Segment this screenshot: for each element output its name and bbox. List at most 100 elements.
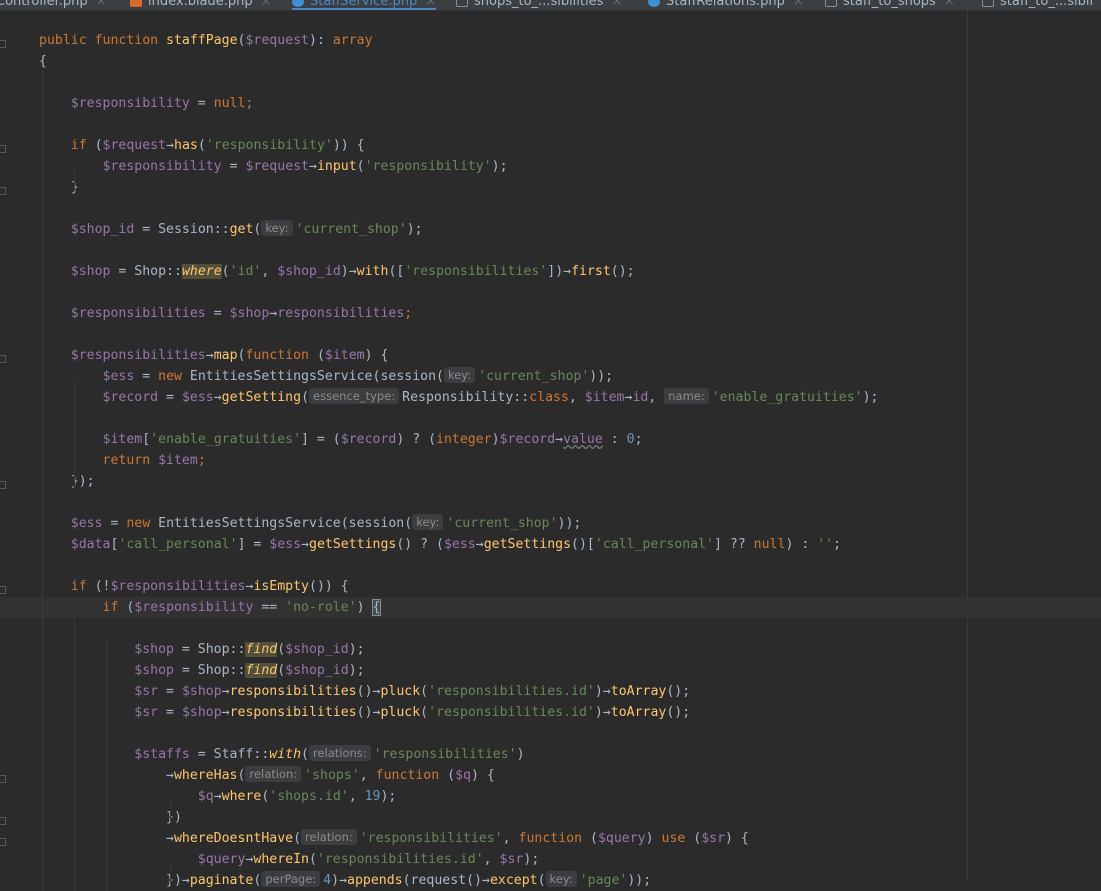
code-token: }: [39, 180, 79, 195]
tab-staffservice-php[interactable]: StaffService.php ×: [292, 0, 437, 10]
code-line[interactable]: →whereHas(relation:'shops', function ($q…: [39, 765, 495, 786]
fold-marker-icon[interactable]: [0, 355, 6, 363]
code-token: function: [518, 831, 591, 846]
parameter-hint: perPage:: [261, 871, 321, 887]
code-token: where: [221, 789, 262, 804]
code-line[interactable]: $shop = Shop::where('id', $shop_id)→with…: [39, 261, 635, 282]
code-line[interactable]: $sr = $shop→responsibilities()→pluck('re…: [39, 702, 690, 723]
code-line[interactable]: if (!$responsibilities→isEmpty()) {: [39, 576, 349, 597]
code-line[interactable]: $record = $ess→getSetting(essence_type: R…: [39, 387, 878, 408]
code-token: 'call_personal': [118, 537, 238, 552]
code-line[interactable]: }: [39, 177, 79, 198]
code-token: if: [70, 138, 95, 153]
code-line[interactable]: $shop = Shop::find($shop_id);: [39, 639, 365, 660]
code-token: function: [245, 348, 317, 363]
code-token: ,: [359, 768, 376, 783]
code-line[interactable]: $responsibility = $request→input('respon…: [39, 156, 508, 177]
code-token: whereIn: [253, 852, 309, 867]
code-token: (: [447, 768, 456, 783]
tab-staff-to-shops[interactable]: staff_to_shops ×: [825, 0, 955, 10]
tab-staff-to-sibil[interactable]: staff_to_...sibil×: [982, 0, 1101, 10]
fold-marker-icon[interactable]: [0, 40, 6, 48]
code-token: ,: [261, 264, 278, 279]
code-token: () ? (: [396, 537, 444, 552]
code-line[interactable]: if ($request→has('responsibility')) {: [39, 135, 365, 156]
code-line[interactable]: {: [39, 51, 47, 72]
code-token: ) ? (: [396, 432, 437, 447]
fold-marker-icon[interactable]: [0, 187, 6, 195]
fold-marker-icon[interactable]: [0, 586, 6, 594]
code-token: })→: [39, 873, 190, 888]
tab-staffrelations-php[interactable]: StaffRelations.php ×: [648, 0, 804, 10]
tab-close-icon[interactable]: ×: [944, 0, 955, 9]
code-token: ([: [388, 264, 405, 279]
fold-marker-icon[interactable]: [0, 838, 6, 846]
code-token: 4: [323, 873, 332, 888]
code-token: ;: [634, 432, 643, 447]
code-token: $shop: [134, 663, 174, 678]
code-token: ,: [502, 831, 519, 846]
code-line[interactable]: $sr = $shop→responsibilities()→pluck('re…: [39, 681, 690, 702]
code-line[interactable]: $data['call_personal'] = $ess→getSetting…: [39, 534, 841, 555]
code-token: ) {: [725, 831, 749, 846]
tab-controller-php[interactable]: Controller.php ×: [0, 0, 107, 10]
fold-marker-icon[interactable]: [0, 481, 6, 489]
code-token: ,: [483, 852, 500, 867]
code-token: ();: [666, 705, 691, 720]
code-line[interactable]: $item['enable_gratuities'] = ($record) ?…: [39, 429, 643, 450]
code-line-current[interactable]: if ($responsibility == 'no-role') {: [0, 597, 1101, 618]
code-line[interactable]: $staffs = Staff::with(relations:'respons…: [39, 744, 525, 765]
code-token: 'current_shop': [478, 369, 590, 384]
code-token: $item: [158, 453, 198, 468]
code-token: ));: [589, 369, 614, 384]
code-line[interactable]: $responsibilities = $shop→responsibiliti…: [39, 303, 412, 324]
parameter-hint: key:: [261, 220, 293, 236]
code-line[interactable]: }): [39, 807, 182, 828]
tab-close-icon[interactable]: ×: [611, 0, 622, 9]
code-token: $staffs: [134, 747, 190, 762]
tab-shops-to-sibilities[interactable]: shops_to_...sibilities ×: [456, 0, 622, 10]
code-line[interactable]: return $item;: [39, 450, 206, 471]
code-line[interactable]: $shop = Shop::find($shop_id);: [39, 660, 365, 681]
code-line[interactable]: →whereDoesntHave(relation:'responsibilit…: [39, 828, 749, 849]
code-line[interactable]: $ess = new EntitiesSettingsService(sessi…: [39, 513, 581, 534]
code-token: (: [537, 873, 546, 888]
parameter-hint: relation:: [301, 829, 357, 845]
code-line[interactable]: $responsibilities→map(function ($item) {: [39, 345, 389, 366]
tab-close-icon[interactable]: ×: [261, 0, 272, 9]
code-token: 'responsibility': [205, 138, 333, 153]
code-line[interactable]: })→paginate(perPage: 4)→appends(request()…: [39, 870, 651, 891]
code-token: )→: [340, 264, 357, 279]
code-line[interactable]: $shop_id = Session::get(key:'current_sho…: [39, 219, 423, 240]
fold-marker-icon[interactable]: [0, 775, 6, 783]
tab-label: index.blade.php: [148, 0, 253, 9]
fold-marker-icon[interactable]: [0, 145, 6, 153]
code-line[interactable]: $ess = new EntitiesSettingsService(sessi…: [39, 366, 613, 387]
tab-close-icon[interactable]: ×: [96, 0, 107, 9]
code-token: $request: [245, 159, 309, 174]
code-line[interactable]: $responsibility = null;: [39, 93, 254, 114]
code-line[interactable]: public function staffPage($request): arr…: [39, 30, 373, 51]
code-line[interactable]: $q→where('shops.id', 19);: [39, 786, 397, 807]
code-token: });: [39, 474, 95, 489]
tab-index-blade-php[interactable]: index.blade.php ×: [130, 0, 272, 10]
code-token: );: [348, 642, 365, 657]
tab-close-icon[interactable]: ×: [425, 0, 436, 9]
code-token: →: [221, 705, 230, 720]
code-line[interactable]: $query→whereIn('responsibilities.id', $s…: [39, 849, 539, 870]
code-editor[interactable]: public function staffPage($request): arr…: [0, 11, 1101, 891]
parameter-hint: relations:: [308, 745, 371, 761]
tab-label: staff_to_shops: [843, 0, 936, 9]
code-token: 'responsibilities': [404, 264, 548, 279]
code-line[interactable]: });: [39, 471, 95, 492]
code-token: }): [39, 810, 182, 825]
code-token: ==: [253, 600, 286, 615]
editor-tab-bar: Controller.php × index.blade.php × StaffServ…: [0, 0, 1101, 11]
code-token: new: [158, 369, 190, 384]
indent-guide: [170, 864, 171, 884]
fold-marker-icon[interactable]: [0, 817, 6, 825]
tab-close-icon[interactable]: ×: [793, 0, 804, 9]
